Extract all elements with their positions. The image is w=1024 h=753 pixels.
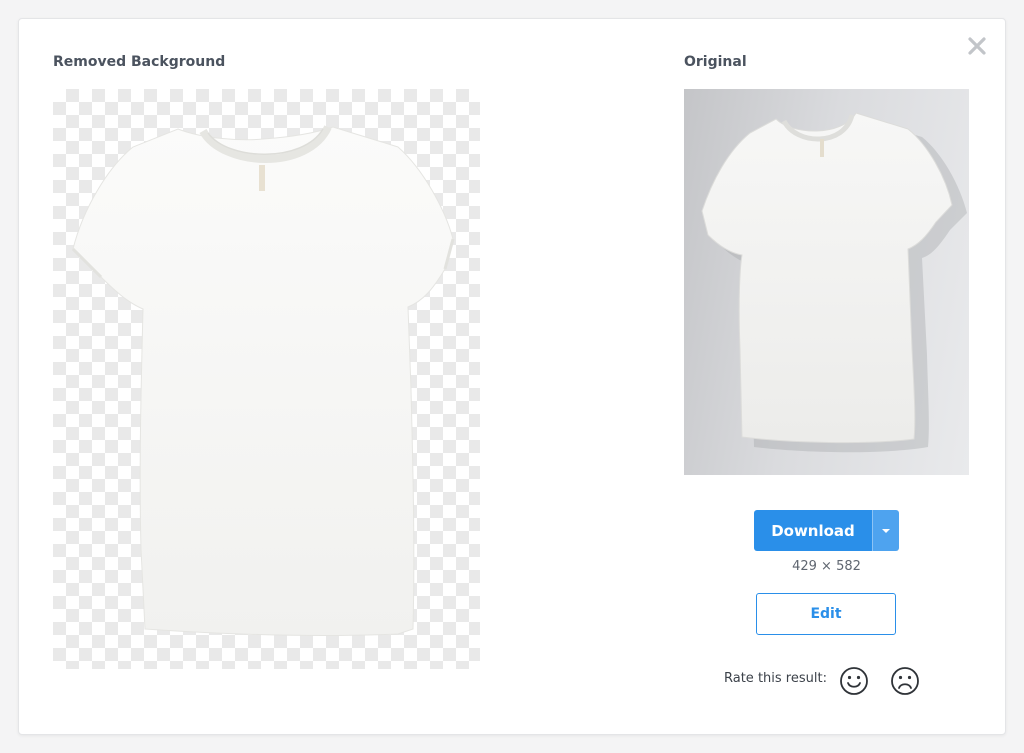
close-icon[interactable] [965, 34, 989, 58]
removed-background-heading: Removed Background [53, 54, 226, 70]
download-button[interactable]: Download [754, 510, 872, 551]
download-button-group: Download [754, 510, 899, 551]
download-options-button[interactable] [872, 510, 899, 551]
smiley-icon[interactable] [839, 666, 869, 696]
rate-result-label: Rate this result: [724, 671, 827, 686]
chevron-down-icon [882, 528, 890, 533]
original-heading: Original [684, 54, 747, 70]
original-image [684, 89, 969, 475]
removed-background-image [53, 89, 480, 669]
frown-icon[interactable] [890, 666, 920, 696]
edit-button[interactable]: Edit [756, 593, 896, 635]
image-dimensions: 429 × 582 [792, 559, 861, 574]
